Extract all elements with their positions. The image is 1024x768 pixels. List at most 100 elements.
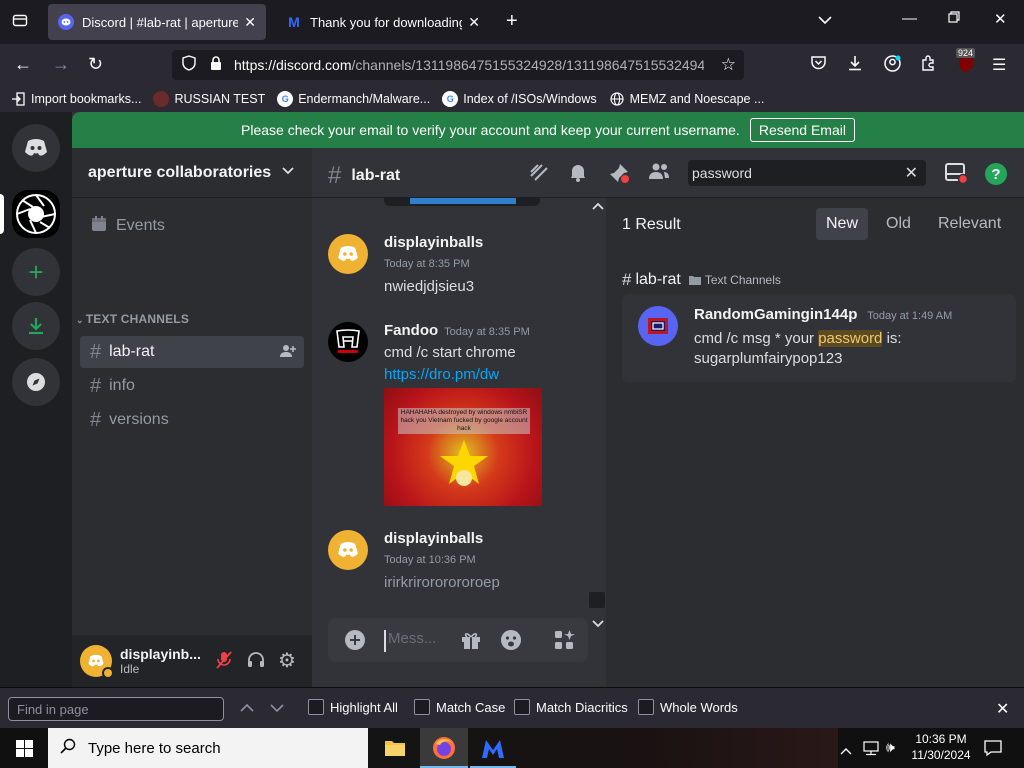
apps-button[interactable] — [540, 618, 588, 662]
server-header[interactable]: aperture collaboratories — [72, 148, 312, 198]
avatar[interactable] — [638, 306, 678, 346]
scrollbar-thumb[interactable] — [589, 592, 605, 608]
discover-button[interactable] — [12, 358, 60, 406]
events-item[interactable]: Events — [80, 210, 304, 242]
extensions-icon[interactable] — [920, 55, 936, 76]
message-author[interactable]: displayinballs — [384, 234, 483, 251]
mute-icon[interactable] — [214, 650, 234, 673]
menu-icon[interactable]: ☰ — [992, 55, 1006, 75]
close-find-bar-icon[interactable]: ✕ — [996, 699, 1009, 719]
bookmark-endermanch[interactable]: G Endermanch/Malware... — [277, 91, 430, 107]
show-hidden-icons-icon[interactable] — [840, 742, 852, 758]
bookmark-star-icon[interactable]: ☆ — [721, 55, 736, 75]
forward-button[interactable]: → — [52, 54, 70, 75]
match-case-checkbox[interactable]: Match Case — [414, 699, 505, 715]
avatar[interactable] — [80, 645, 114, 679]
account-icon[interactable] — [884, 55, 901, 77]
reload-button[interactable]: ↻ — [88, 54, 103, 75]
bookmark-isos[interactable]: G Index of /ISOs/Windows — [442, 91, 597, 107]
download-apps-button[interactable] — [12, 302, 60, 350]
message-author[interactable]: Fandoo Today at 8:35 PM — [384, 322, 530, 339]
downloads-icon[interactable] — [847, 55, 863, 76]
find-next-icon[interactable] — [270, 701, 284, 716]
settings-gear-icon[interactable]: ⚙ — [278, 648, 296, 673]
close-tab-icon[interactable]: ✕ — [468, 14, 480, 31]
firefox-taskbar-button[interactable] — [420, 728, 468, 768]
lock-icon[interactable] — [210, 56, 222, 74]
add-attachment-icon[interactable] — [344, 629, 366, 654]
result-channel-header[interactable]: # lab-rat Text Channels — [622, 270, 781, 290]
image-figure-icon — [440, 440, 488, 486]
new-tab-button[interactable]: + — [506, 10, 518, 33]
message-link[interactable]: https://dro.pm/dw — [384, 366, 499, 383]
message-text: cmd /c start chrome — [384, 344, 516, 361]
channel-lab-rat[interactable]: # lab-rat — [80, 336, 304, 368]
pinned-messages-icon[interactable] — [608, 162, 630, 190]
find-input[interactable]: Find in page — [8, 697, 224, 721]
username[interactable]: displayinb... — [120, 646, 201, 662]
shield-icon[interactable] — [182, 55, 196, 75]
result-author[interactable]: RandomGamingin144p — [694, 306, 857, 323]
avatar[interactable] — [328, 234, 368, 274]
restore-button[interactable] — [948, 10, 960, 27]
highlight-all-checkbox[interactable]: Highlight All — [308, 699, 398, 715]
resend-email-button[interactable]: Resend Email — [749, 118, 855, 142]
pocket-icon[interactable] — [810, 55, 827, 76]
sort-tab-old[interactable]: Old — [876, 208, 921, 240]
malwarebytes-taskbar-button[interactable] — [470, 728, 516, 768]
url-text[interactable]: https://discord.com/channels/13119864751… — [234, 57, 704, 73]
find-previous-icon[interactable] — [240, 701, 254, 716]
minimize-button[interactable]: — — [902, 10, 917, 27]
avatar[interactable] — [328, 322, 368, 362]
emoji-icon[interactable] — [500, 629, 522, 654]
tab-list-icon[interactable] — [12, 12, 28, 32]
bookmark-memz[interactable]: MEMZ and Noescape ... — [609, 91, 764, 107]
help-icon[interactable]: ? — [984, 162, 1008, 192]
channel-info[interactable]: # info — [80, 370, 304, 402]
server-aperture[interactable] — [12, 190, 60, 238]
volume-icon[interactable]: 🕪 — [886, 739, 895, 756]
windows-start-icon[interactable] — [16, 740, 33, 760]
tab-discord[interactable]: Discord | #lab-rat | aperture coll ✕ — [48, 4, 266, 40]
list-all-tabs-icon[interactable] — [818, 12, 832, 29]
close-window-button[interactable]: ✕ — [994, 10, 1007, 28]
tab-malwarebytes[interactable]: M Thank you for downloading Ma ✕ — [276, 4, 490, 40]
close-tab-icon[interactable]: ✕ — [244, 14, 256, 31]
search-input[interactable]: password ✕ — [688, 160, 926, 186]
member-list-icon[interactable] — [648, 162, 670, 186]
clock[interactable]: 10:36 PM 11/30/2024 — [910, 731, 972, 763]
back-button[interactable]: ← — [14, 54, 32, 75]
add-member-icon[interactable] — [280, 344, 296, 363]
direct-messages-button[interactable] — [12, 124, 60, 172]
notifications-icon[interactable] — [984, 739, 1002, 760]
sort-tab-relevant[interactable]: Relevant — [928, 208, 1011, 240]
inbox-icon[interactable] — [944, 162, 969, 190]
ublock-icon[interactable]: 924 — [956, 48, 976, 73]
headphones-icon[interactable] — [246, 650, 266, 673]
text-channels-category[interactable]: ⌄ TEXT CHANNELS — [76, 312, 189, 326]
scroll-up-icon[interactable] — [592, 198, 604, 214]
network-icon[interactable] — [862, 740, 880, 759]
sort-tab-new[interactable]: New — [816, 208, 869, 240]
bookmark-import[interactable]: Import bookmarks... — [10, 91, 141, 107]
file-explorer-icon[interactable] — [384, 738, 406, 761]
gift-icon[interactable] — [460, 629, 482, 654]
url-bar[interactable]: https://discord.com/channels/13119864751… — [172, 50, 744, 80]
search-result[interactable]: RandomGamingin144p Today at 1:49 AM cmd … — [622, 294, 1016, 382]
message-input[interactable]: Mess... — [384, 630, 446, 652]
taskbar-search-input[interactable]: Type here to search — [48, 728, 368, 768]
channel-versions[interactable]: # versions — [80, 404, 304, 436]
bookmark-russian-test[interactable]: RUSSIAN TEST — [153, 91, 265, 107]
clear-search-icon[interactable]: ✕ — [905, 163, 918, 183]
message-author[interactable]: displayinballs — [384, 530, 483, 547]
add-server-button[interactable]: + — [12, 248, 60, 296]
scroll-down-icon[interactable] — [592, 616, 604, 632]
match-diacritics-checkbox[interactable]: Match Diacritics — [514, 699, 628, 715]
message-image-attachment[interactable]: HAHAHAHA destroyed by windows nmbiSR hac… — [384, 388, 542, 506]
threads-icon[interactable] — [528, 162, 550, 188]
import-icon — [10, 91, 26, 107]
avatar[interactable] — [328, 530, 368, 570]
channel-sidebar: aperture collaboratories Events ⌄ TEXT CH… — [72, 148, 312, 687]
notification-bell-icon[interactable] — [568, 162, 588, 188]
whole-words-checkbox[interactable]: Whole Words — [638, 699, 738, 715]
